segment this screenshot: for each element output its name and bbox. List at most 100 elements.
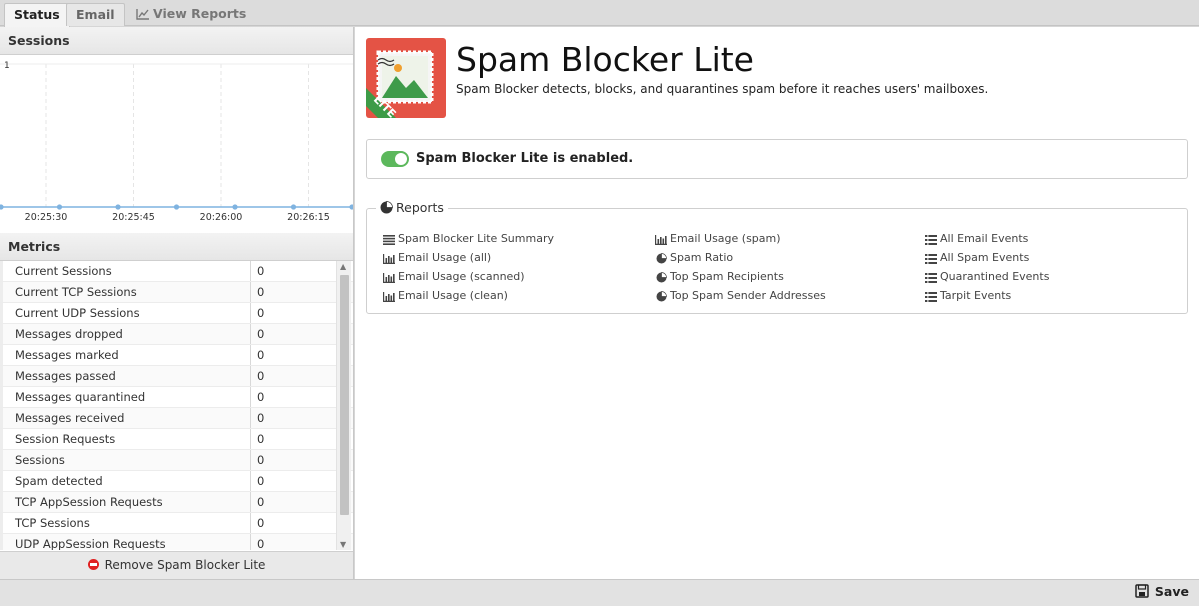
- data-point: [0, 204, 4, 210]
- metric-value: 0: [257, 453, 265, 467]
- left-panel: Sessions 1 20:25:30 20:25:45 20:26:00 20:26:…: [0, 27, 355, 579]
- bullet-list-icon: [924, 249, 938, 268]
- data-point: [115, 204, 121, 210]
- x-tick-label: 20:26:00: [200, 212, 243, 223]
- list-icon: [382, 230, 396, 249]
- data-point: [173, 204, 180, 210]
- report-link-label: Top Spam Sender Addresses: [670, 289, 826, 302]
- reports-fieldset: Reports Spam Blocker Lite Summary Email U…: [366, 200, 1188, 314]
- tab-email[interactable]: Email: [66, 3, 125, 26]
- reports-column-2: Email Usage (spam) Spam Ratio Top Spam Rec…: [654, 229, 826, 305]
- metrics-scrollbar[interactable]: ▲ ▼: [336, 261, 351, 550]
- metric-row: Messages received 0: [0, 408, 353, 429]
- metric-label: Messages quarantined: [0, 387, 251, 407]
- metric-value: 0: [257, 474, 265, 488]
- report-link-label: Quarantined Events: [940, 270, 1050, 283]
- metric-label: Messages passed: [0, 366, 251, 386]
- metric-row: TCP AppSession Requests 0: [0, 492, 353, 513]
- report-link[interactable]: Tarpit Events: [924, 286, 1049, 305]
- app-title: Spam Blocker Lite: [456, 40, 754, 79]
- report-link[interactable]: Email Usage (scanned): [382, 267, 554, 286]
- metric-value: 0: [257, 432, 265, 446]
- report-link-label: All Spam Events: [940, 251, 1030, 264]
- save-button[interactable]: Save: [1135, 584, 1189, 599]
- report-link-label: All Email Events: [940, 232, 1029, 245]
- enable-toggle[interactable]: [381, 151, 409, 167]
- data-point: [56, 204, 63, 210]
- pie-chart-icon: [380, 201, 393, 214]
- bullet-list-icon: [924, 230, 938, 249]
- report-link[interactable]: Email Usage (spam): [654, 229, 826, 248]
- metric-row: Messages dropped 0: [0, 324, 353, 345]
- report-link-label: Email Usage (spam): [670, 232, 781, 245]
- data-point: [290, 204, 297, 210]
- sessions-header: Sessions: [0, 27, 353, 55]
- enabled-status-text: Spam Blocker Lite is enabled.: [416, 151, 634, 166]
- metric-value: 0: [257, 264, 265, 278]
- metric-row: Messages marked 0: [0, 345, 353, 366]
- x-tick-label: 20:25:45: [112, 212, 155, 223]
- metric-value: 0: [257, 390, 265, 404]
- report-link-label: Spam Ratio: [670, 251, 734, 264]
- bar-chart-icon: [382, 287, 396, 306]
- report-link-label: Top Spam Recipients: [670, 270, 784, 283]
- report-link[interactable]: Quarantined Events: [924, 267, 1049, 286]
- sessions-chart: 1 20:25:30 20:25:45 20:26:00 20:26:15: [0, 55, 355, 232]
- x-tick-label: 20:25:30: [25, 212, 68, 223]
- metric-row: TCP Sessions 0: [0, 513, 353, 534]
- metrics-header: Metrics: [0, 233, 353, 261]
- bar-chart-icon: [382, 249, 396, 268]
- bullet-list-icon: [924, 268, 938, 287]
- metric-value: 0: [257, 327, 265, 341]
- tab-status[interactable]: Status: [4, 3, 70, 27]
- scroll-down-icon[interactable]: ▼: [340, 540, 346, 549]
- report-link[interactable]: Spam Ratio: [654, 248, 826, 267]
- sessions-chart-svg: 1 20:25:30 20:25:45 20:26:00 20:26:15: [0, 61, 355, 223]
- pie-chart-icon: [654, 268, 668, 287]
- pie-chart-icon: [654, 249, 668, 268]
- report-link[interactable]: All Email Events: [924, 229, 1049, 248]
- bar-chart-icon: [382, 268, 396, 287]
- x-tick-label: 20:26:15: [287, 212, 330, 223]
- data-point: [232, 204, 238, 210]
- reports-column-1: Spam Blocker Lite Summary Email Usage (al…: [382, 229, 554, 305]
- metric-value: 0: [257, 516, 265, 530]
- report-link[interactable]: Email Usage (all): [382, 248, 554, 267]
- report-link[interactable]: Top Spam Sender Addresses: [654, 286, 826, 305]
- metric-row: Messages passed 0: [0, 366, 353, 387]
- metric-label: Sessions: [0, 450, 251, 470]
- report-link-label: Email Usage (clean): [398, 289, 508, 302]
- metric-label: TCP Sessions: [0, 513, 251, 533]
- floppy-disk-icon: [1135, 584, 1149, 598]
- metric-label: Current TCP Sessions: [0, 282, 251, 302]
- metric-label: Messages received: [0, 408, 251, 428]
- metric-label: Current UDP Sessions: [0, 303, 251, 323]
- y-tick-label: 1: [4, 61, 10, 71]
- metric-label: UDP AppSession Requests: [0, 534, 251, 550]
- tab-view-reports[interactable]: View Reports: [127, 3, 255, 26]
- reports-title: Reports: [376, 200, 448, 215]
- metric-label: Current Sessions: [0, 261, 251, 281]
- report-link[interactable]: Spam Blocker Lite Summary: [382, 229, 554, 248]
- report-link[interactable]: All Spam Events: [924, 248, 1049, 267]
- metric-label: Session Requests: [0, 429, 251, 449]
- metric-row: UDP AppSession Requests 0: [0, 534, 353, 550]
- metric-value: 0: [257, 285, 265, 299]
- metric-row: Sessions 0: [0, 450, 353, 471]
- report-link[interactable]: Email Usage (clean): [382, 286, 554, 305]
- metrics-table: Current Sessions 0 Current TCP Sessions 0 Cu…: [0, 261, 353, 550]
- app-logo: LITE: [366, 38, 446, 118]
- bullet-list-icon: [924, 287, 938, 306]
- metric-value: 0: [257, 411, 265, 425]
- report-link-label: Tarpit Events: [940, 289, 1012, 302]
- metric-row: Current TCP Sessions 0: [0, 282, 353, 303]
- scrollbar-thumb[interactable]: [340, 275, 349, 515]
- pie-chart-icon: [654, 287, 668, 306]
- metric-value: 0: [257, 369, 265, 383]
- metric-row: Current UDP Sessions 0: [0, 303, 353, 324]
- report-link[interactable]: Top Spam Recipients: [654, 267, 826, 286]
- remove-icon: [87, 559, 99, 570]
- scroll-up-icon[interactable]: ▲: [340, 262, 346, 271]
- app-state-panel: Spam Blocker Lite is enabled.: [366, 139, 1188, 179]
- remove-app-button[interactable]: Remove Spam Blocker Lite: [0, 551, 353, 579]
